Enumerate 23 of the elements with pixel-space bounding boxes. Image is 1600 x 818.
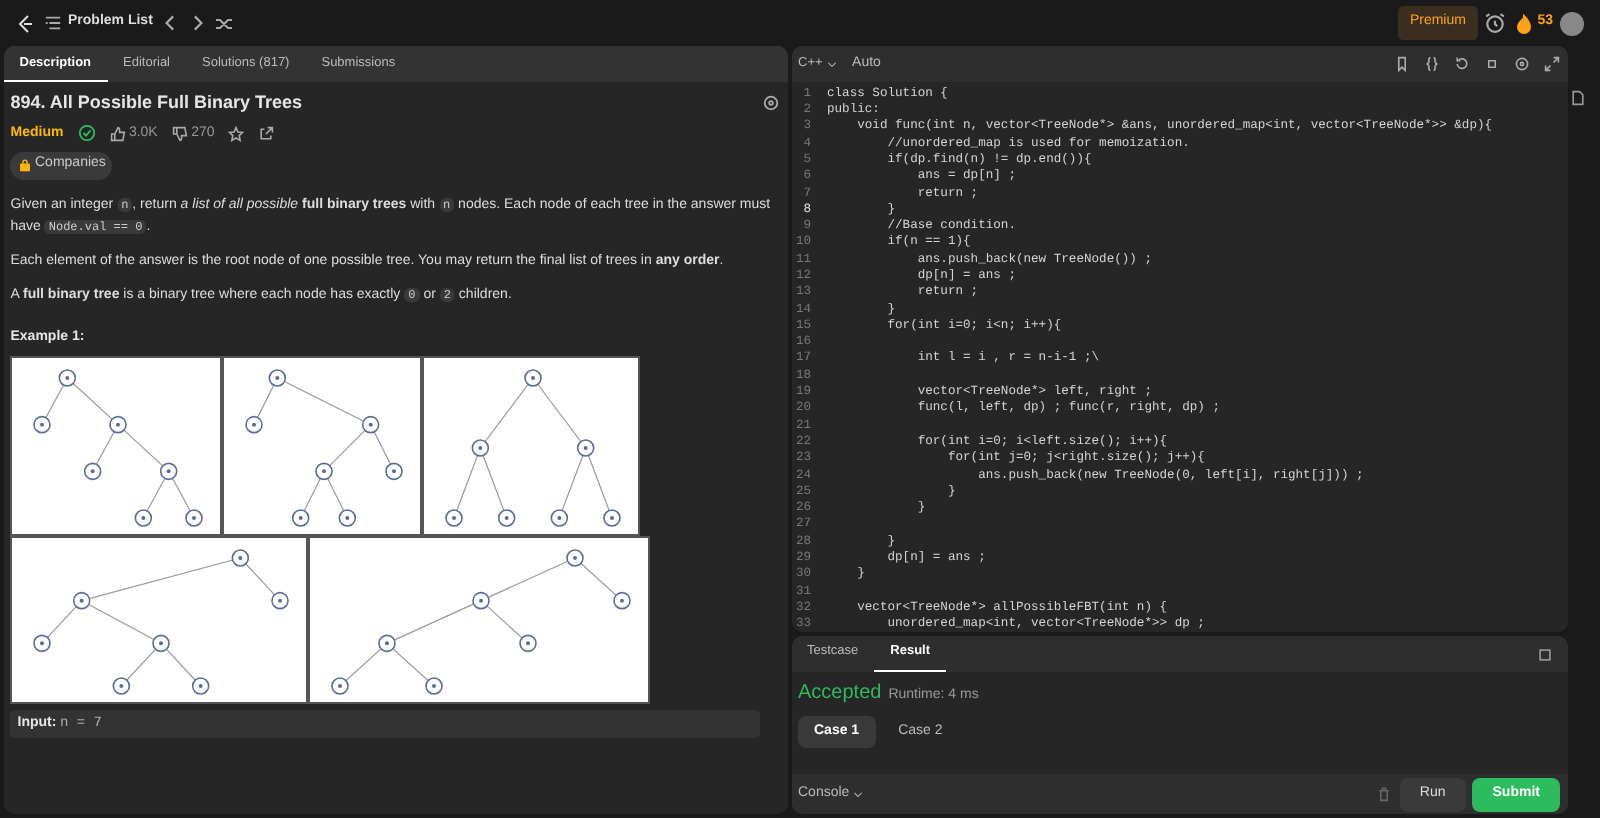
problem-title: 894. All Possible Full Binary Trees	[10, 89, 302, 116]
caret-icon	[826, 57, 839, 70]
list-icon[interactable]	[43, 14, 61, 32]
reset-icon[interactable]	[1454, 55, 1470, 72]
trash-icon[interactable]	[1376, 786, 1393, 803]
avatar[interactable]	[1560, 11, 1584, 35]
file-icon[interactable]	[1570, 88, 1587, 108]
settings-icon[interactable]	[1514, 55, 1530, 72]
settings-icon[interactable]	[762, 93, 781, 112]
verdict-text: Accepted	[798, 680, 882, 709]
lock-icon	[17, 158, 32, 172]
alarm-clock-icon[interactable]	[1484, 12, 1507, 34]
bookmark-icon[interactable]	[1394, 55, 1410, 72]
shuffle-icon[interactable]	[214, 13, 235, 33]
star-icon[interactable]	[228, 125, 245, 142]
thumbs-down-icon[interactable]	[171, 125, 188, 142]
panel-icon[interactable]	[1537, 647, 1551, 662]
caret-icon	[852, 788, 865, 801]
thumbs-up-icon[interactable]	[109, 125, 126, 142]
flame-icon[interactable]	[1513, 13, 1534, 33]
share-icon[interactable]	[258, 125, 275, 142]
braces-icon[interactable]	[1424, 55, 1440, 72]
expand-icon[interactable]	[1544, 55, 1560, 72]
